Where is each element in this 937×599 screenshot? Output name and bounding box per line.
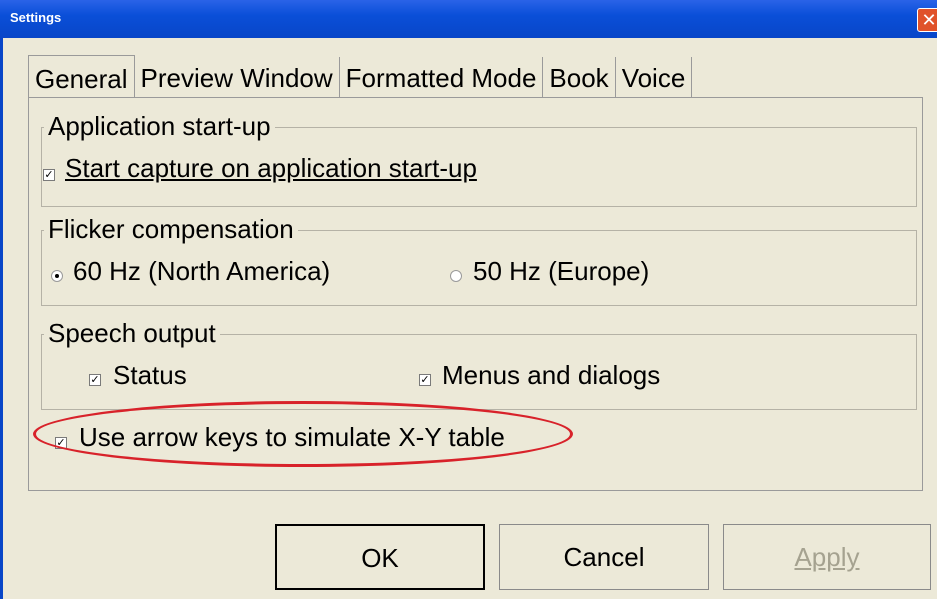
flicker-group-title: Flicker compensation xyxy=(44,214,298,245)
cancel-button[interactable]: Cancel xyxy=(499,524,709,590)
start-capture-checkbox[interactable]: ✓ xyxy=(43,169,55,181)
apply-button-label: Apply xyxy=(794,542,860,572)
tab-voice[interactable]: Voice xyxy=(616,57,693,97)
settings-dialog: General Preview Window Formatted Mode Bo… xyxy=(0,38,937,599)
apply-button[interactable]: Apply xyxy=(723,524,931,590)
tab-formatted-mode[interactable]: Formatted Mode xyxy=(340,57,544,97)
highlight-ellipse xyxy=(33,401,573,467)
tab-preview-window[interactable]: Preview Window xyxy=(135,57,340,97)
start-capture-label-text: Start capture on application start-up xyxy=(65,153,477,183)
startup-group-title: Application start-up xyxy=(44,111,275,142)
title-bar[interactable]: Settings ✕ xyxy=(0,0,937,38)
radio-50hz-label[interactable]: 50 Hz (Europe) xyxy=(473,256,649,287)
close-icon[interactable]: ✕ xyxy=(917,8,937,32)
speech-group-title: Speech output xyxy=(44,318,220,349)
status-checkbox[interactable]: ✓ xyxy=(89,374,101,386)
ok-button[interactable]: OK xyxy=(275,524,485,590)
radio-50hz[interactable] xyxy=(450,270,462,282)
menus-dialogs-label[interactable]: Menus and dialogs xyxy=(442,360,660,391)
tab-strip: General Preview Window Formatted Mode Bo… xyxy=(28,55,693,98)
tab-book[interactable]: Book xyxy=(543,57,616,97)
status-label[interactable]: Status xyxy=(113,360,187,391)
radio-60hz-label[interactable]: 60 Hz (North America) xyxy=(73,256,330,287)
window-title: Settings xyxy=(10,10,62,25)
start-capture-label[interactable]: Start capture on application start-up xyxy=(65,153,477,184)
tab-general[interactable]: General xyxy=(28,55,135,98)
radio-60hz[interactable] xyxy=(51,270,63,282)
menus-dialogs-checkbox[interactable]: ✓ xyxy=(419,374,431,386)
